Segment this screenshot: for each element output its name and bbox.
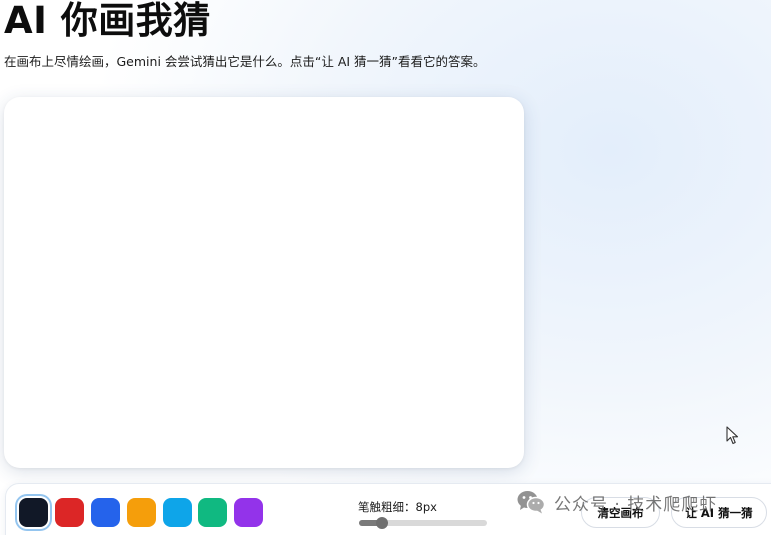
page-title: AI 你画我猜 [4,0,211,42]
mouse-pointer-icon [726,426,739,445]
color-swatch-orange[interactable] [127,498,156,527]
color-swatch-black[interactable] [19,498,48,527]
color-swatch-purple[interactable] [234,498,263,527]
color-swatch-blue[interactable] [91,498,120,527]
brush-size-label: 笔触粗细：8px [358,500,437,514]
color-swatch-red[interactable] [55,498,84,527]
clear-canvas-button[interactable]: 清空画布 [581,497,660,528]
color-swatch-green[interactable] [198,498,227,527]
color-swatch-sky[interactable] [163,498,192,527]
guess-button[interactable]: 让 AI 猜一猜 [671,497,767,528]
brush-size-slider[interactable] [359,517,487,529]
page-subtitle: 在画布上尽情绘画，Gemini 会尝试猜出它是什么。点击“让 AI 猜一猜”看看… [4,54,486,69]
drawing-canvas[interactable] [4,97,524,468]
brush-size-slider-thumb[interactable] [375,517,388,529]
